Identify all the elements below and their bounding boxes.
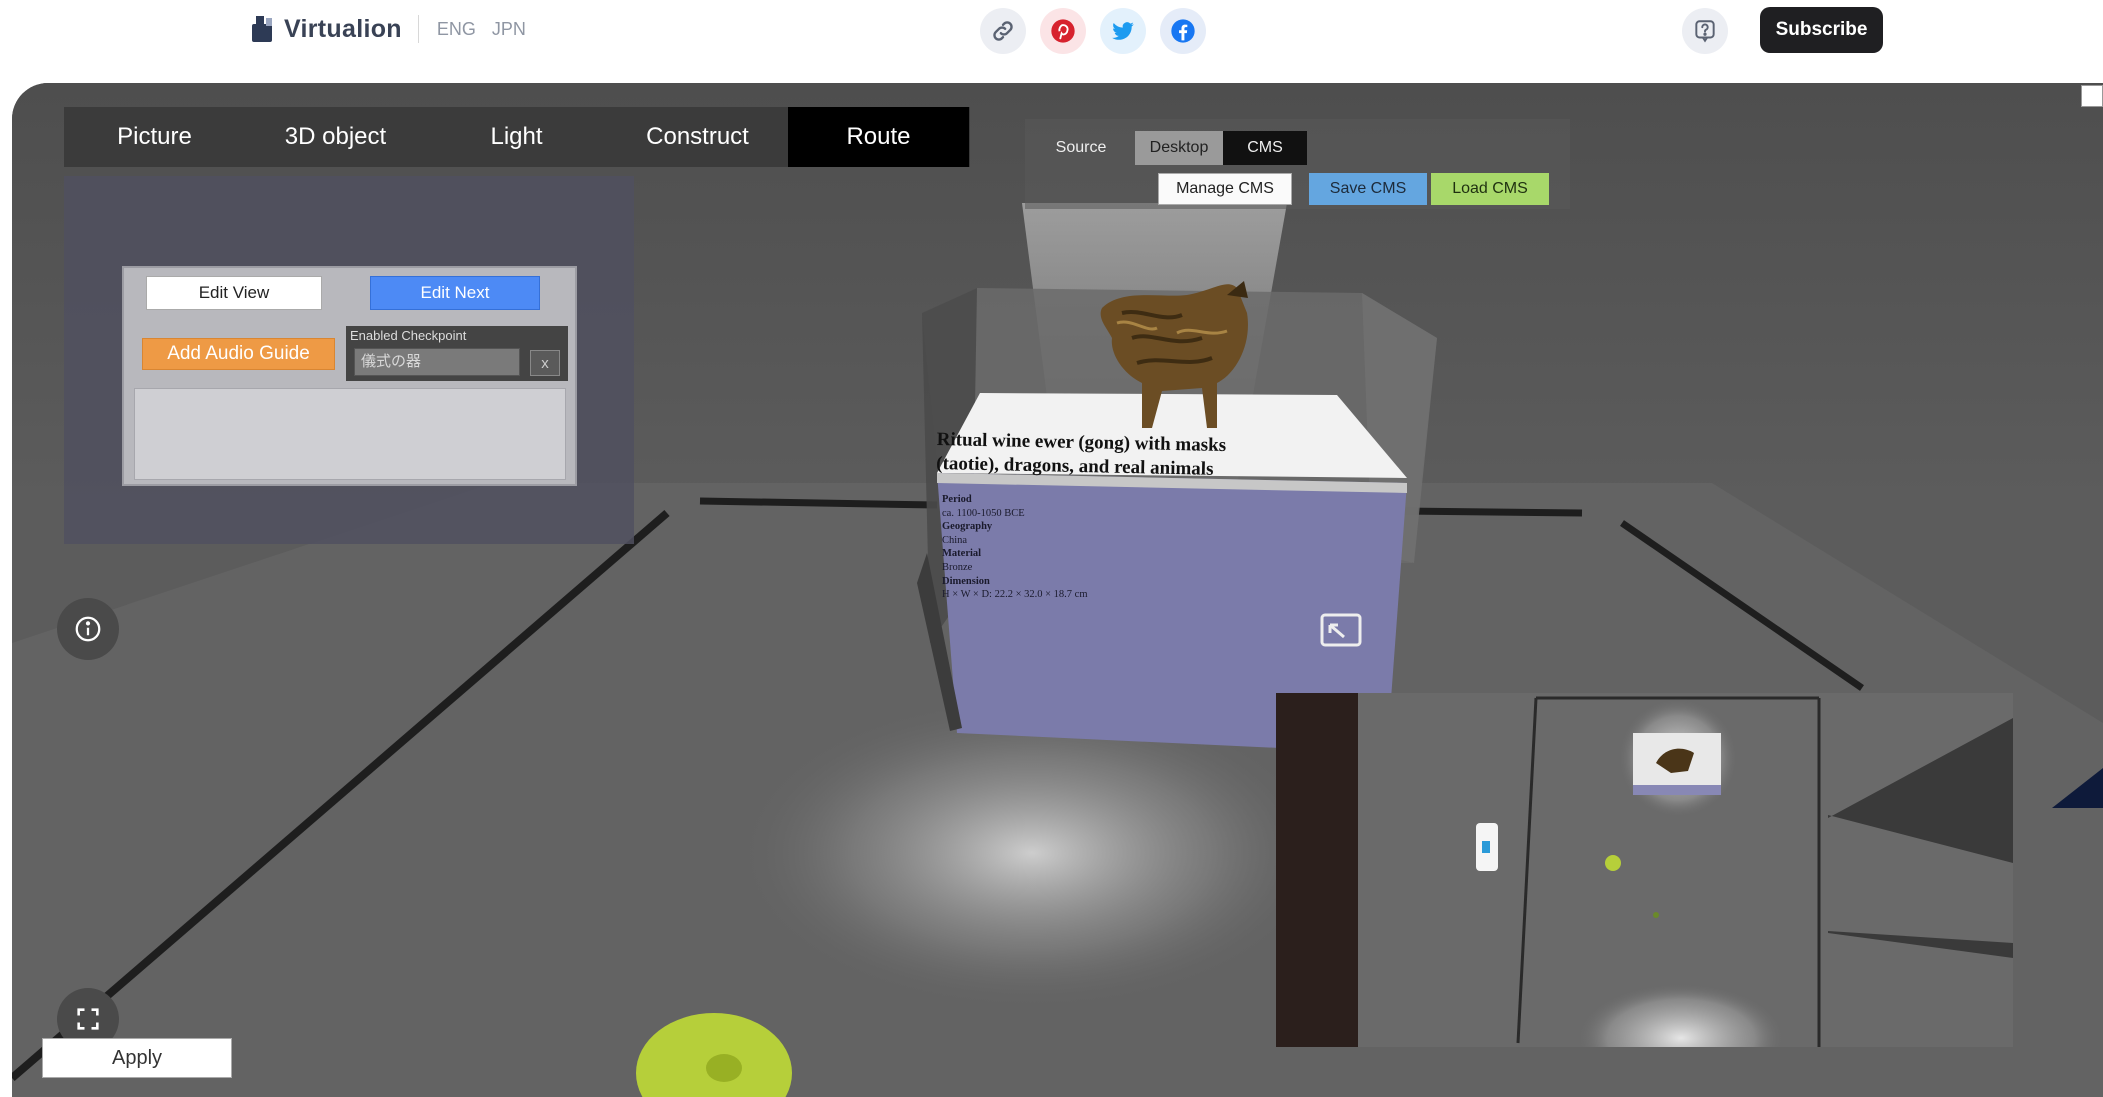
subscribe-button[interactable]: Subscribe	[1760, 7, 1883, 53]
tab-light[interactable]: Light	[426, 107, 607, 167]
detail-dimension-value: H × W × D: 22.2 × 32.0 × 18.7 cm	[942, 589, 1088, 601]
language-jpn[interactable]: JPN	[492, 19, 526, 40]
twitter-icon[interactable]	[1100, 8, 1146, 54]
checkpoint-clear-button[interactable]: x	[530, 350, 560, 376]
detail-period-value: ca. 1100-1050 BCE	[942, 507, 1025, 519]
tab-picture[interactable]: Picture	[64, 107, 245, 167]
facebook-icon[interactable]	[1160, 8, 1206, 54]
brand-divider	[417, 15, 419, 43]
link-icon[interactable]	[980, 8, 1026, 54]
route-editor: Edit View Edit Next Add Audio Guide Enab…	[122, 266, 577, 486]
tab-construct[interactable]: Construct	[607, 107, 788, 167]
brand-name: Virtualion	[284, 14, 402, 43]
virtualion-logo-icon	[248, 14, 276, 44]
detail-material-label: Material	[942, 548, 982, 560]
share-bar	[980, 8, 1206, 54]
detail-geography-label: Geography	[942, 521, 993, 533]
tab-route[interactable]: Route	[788, 107, 969, 167]
manage-cms-button[interactable]: Manage CMS	[1158, 173, 1292, 205]
exhibit-title: Ritual wine ewer (gong) with masks (taot…	[936, 428, 1337, 484]
tab-cms[interactable]: CMS	[1223, 131, 1307, 165]
checkpoint-name-field[interactable]: 儀式の器	[354, 348, 520, 376]
detail-period-label: Period	[942, 494, 972, 505]
route-panel: Edit View Edit Next Add Audio Guide Enab…	[64, 176, 634, 544]
help-icon[interactable]	[1682, 8, 1728, 54]
tab-3d-object[interactable]: 3D object	[245, 107, 426, 167]
detail-dimension-label: Dimension	[942, 575, 990, 587]
brand[interactable]: Virtualion ENG JPN	[248, 14, 534, 44]
save-cms-button[interactable]: Save CMS	[1309, 173, 1427, 205]
corner-toggle-button[interactable]	[2081, 85, 2103, 107]
cms-panel: Source Desktop CMS Manage CMS Save CMS L…	[1025, 119, 1570, 209]
exhibit-details: Period ca. 1100-1050 BCE Geography China…	[942, 493, 1202, 602]
language-eng[interactable]: ENG	[437, 19, 476, 40]
add-audio-guide-button[interactable]: Add Audio Guide	[142, 338, 335, 370]
info-icon[interactable]	[57, 598, 119, 660]
edit-view-button[interactable]: Edit View	[146, 276, 322, 310]
editor-tabs: Picture 3D object Light Construct Route	[64, 107, 970, 167]
3d-viewport[interactable]: Ritual wine ewer (gong) with masks (taot…	[12, 83, 2103, 1097]
site-header: Virtualion ENG JPN Subscribe	[0, 0, 2103, 72]
tab-desktop[interactable]: Desktop	[1135, 131, 1223, 165]
load-cms-button[interactable]: Load CMS	[1431, 173, 1549, 205]
checkpoint-label: Enabled Checkpoint	[350, 328, 467, 343]
checkpoint-group: Enabled Checkpoint 儀式の器 x	[346, 326, 568, 381]
tab-source[interactable]: Source	[1039, 131, 1123, 165]
detail-material-value: Bronze	[942, 561, 973, 573]
audio-guide-textarea[interactable]	[134, 388, 566, 480]
minimap-render	[1276, 693, 2013, 1047]
pinterest-icon[interactable]	[1040, 8, 1086, 54]
edit-next-button[interactable]: Edit Next	[370, 276, 540, 310]
apply-button[interactable]: Apply	[42, 1038, 232, 1078]
minimap[interactable]	[1276, 693, 2013, 1047]
detail-geography-value: China	[942, 534, 968, 546]
